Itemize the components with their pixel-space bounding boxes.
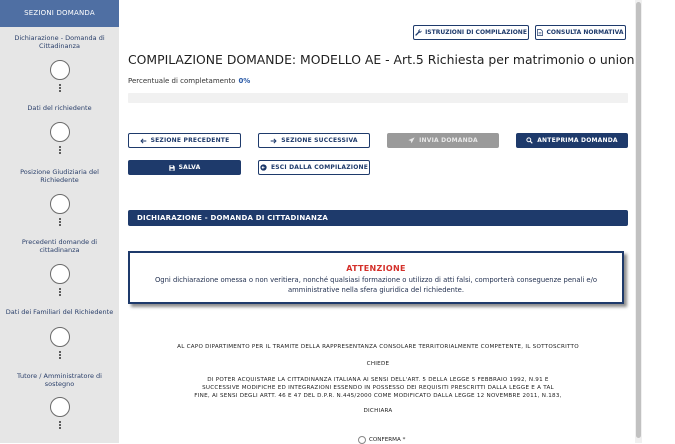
exit-compilation-button[interactable]: ESCI DALLA COMPILAZIONE [258, 160, 370, 175]
send-application-button[interactable]: INVIA DOMANDA [387, 133, 499, 148]
document-body-line-2: SUCCESSIVE MODIFICHE ED INTEGRAZIONI ESS… [202, 385, 554, 391]
document-icon [537, 29, 544, 36]
step-status-circle[interactable] [49, 264, 70, 284]
warning-text: Ogni dichiarazione omessa o non veritier… [154, 276, 598, 294]
sidebar-step-label: Precedenti domande di cittadinanza [21, 238, 98, 254]
arrow-right-icon [270, 138, 277, 144]
step-status-circle[interactable] [49, 397, 70, 417]
completion-value: 0% [238, 77, 251, 85]
completion-progress-bar [128, 93, 628, 103]
instructions-button[interactable]: ISTRUZIONI DI COMPILAZIONE [413, 25, 529, 40]
completion-indicator: Percentuale di completamento 0% [128, 77, 250, 85]
sidebar: SEZIONI DOMANDA Dichiarazione - Domanda … [0, 0, 119, 443]
exit-compilation-label: ESCI DALLA COMPILAZIONE [270, 164, 369, 171]
next-section-label: SEZIONE SUCCESSIVA [281, 137, 358, 144]
warning-box: ATTENZIONE Ogni dichiarazione omessa o n… [128, 251, 624, 304]
section-header: DICHIARAZIONE - DOMANDA DI CITTADINANZA [128, 210, 628, 226]
document-addressee: AL CAPO DIPARTIMENTO PER IL TRAMITE DELL… [177, 344, 579, 350]
sidebar-step-label: Dichiarazione - Domanda di Cittadinanza [14, 34, 105, 50]
sidebar-step-dichiarazione[interactable]: Dichiarazione - Domanda di Cittadinanza [0, 34, 119, 94]
send-application-label: INVIA DOMANDA [419, 137, 478, 144]
sidebar-step-label: Dati del richiedente [27, 104, 92, 112]
search-icon [526, 137, 533, 144]
confirm-label: CONFERMA * [369, 437, 406, 443]
step-status-circle[interactable] [49, 122, 70, 142]
step-connector-dots [58, 146, 61, 155]
step-connector-dots [58, 288, 61, 297]
save-label: SALVA [178, 164, 201, 171]
preview-application-button[interactable]: ANTEPRIMA DOMANDA [516, 133, 628, 148]
floppy-disk-icon [168, 164, 175, 171]
sidebar-header: SEZIONI DOMANDA [0, 0, 119, 27]
step-status-circle[interactable] [49, 327, 70, 347]
sidebar-step-posizione-giudiziaria[interactable]: Posizione Giudiziaria del Richiedente [0, 168, 119, 228]
step-connector-dots [58, 218, 61, 227]
main-content: ISTRUZIONI DI COMPILAZIONE CONSULTA NORM… [120, 0, 675, 444]
step-status-circle[interactable] [49, 60, 70, 80]
sidebar-step-richiedente[interactable]: Dati del richiedente [0, 104, 119, 156]
exit-circle-icon [260, 164, 267, 171]
page-title: COMPILAZIONE DOMANDE: MODELLO AE - Art.5… [128, 52, 675, 67]
previous-section-button[interactable]: SEZIONE PRECEDENTE [128, 133, 241, 148]
instructions-label: ISTRUZIONI DI COMPILAZIONE [425, 29, 527, 36]
previous-section-label: SEZIONE PRECEDENTE [150, 137, 230, 144]
sidebar-step-label: Tutore / Amministratore di sostegno [17, 372, 102, 388]
document-body-line-1: DI POTER ACQUISTARE LA CITTADINANZA ITAL… [207, 377, 549, 383]
regulations-label: CONSULTA NORMATIVA [546, 29, 624, 36]
wrench-icon [415, 29, 422, 36]
step-connector-dots [58, 421, 61, 430]
paper-plane-icon [408, 137, 415, 144]
arrow-left-icon [139, 138, 147, 144]
document-asks: CHIEDE [366, 361, 390, 367]
step-connector-dots [58, 84, 61, 93]
save-button[interactable]: SALVA [128, 160, 241, 175]
step-connector-dots [58, 351, 61, 360]
preview-application-label: ANTEPRIMA DOMANDA [537, 137, 618, 144]
sidebar-step-precedenti-domande[interactable]: Precedenti domande di cittadinanza [0, 238, 119, 298]
sidebar-step-label: Dati dei Familiari del Richiedente [5, 308, 114, 316]
regulations-button[interactable]: CONSULTA NORMATIVA [535, 25, 626, 40]
sidebar-step-familiari[interactable]: Dati dei Familiari del Richiedente [0, 308, 119, 361]
completion-label: Percentuale di completamento [128, 77, 236, 85]
step-status-circle[interactable] [49, 194, 70, 214]
scrollbar-thumb[interactable] [636, 2, 641, 438]
document-declares: DICHIARA [363, 408, 393, 414]
page-scrollbar[interactable] [635, 0, 675, 443]
next-section-button[interactable]: SEZIONE SUCCESSIVA [258, 133, 370, 148]
sidebar-step-tutore[interactable]: Tutore / Amministratore di sostegno [0, 372, 119, 431]
sidebar-step-label: Posizione Giudiziaria del Richiedente [20, 168, 99, 184]
document-body-line-3: FINE, AI SENSI DEGLI ARTT. 46 E 47 DEL D… [194, 393, 562, 399]
warning-title: ATTENZIONE [346, 264, 406, 273]
